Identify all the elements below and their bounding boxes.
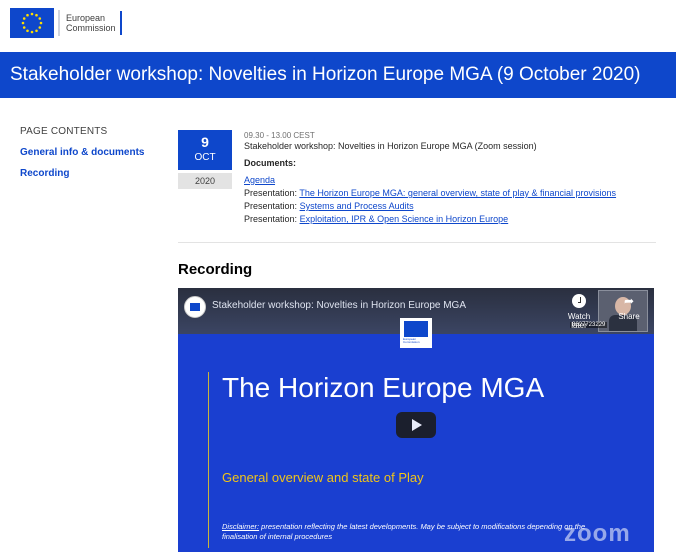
presentation-prefix: Presentation: (244, 214, 298, 224)
share-arrow-icon: ➦ (623, 294, 635, 308)
zoom-watermark: zoom (564, 520, 631, 547)
video-player[interactable]: Stakeholder workshop: Novelties in Horiz… (178, 288, 654, 552)
sidebar-link-general-info[interactable]: General info & documents (20, 147, 160, 158)
site-header: European Commission (0, 0, 676, 50)
event-day: 9 (201, 134, 209, 150)
agenda-row: Agenda (244, 174, 664, 187)
date-day-month: 9 OCT (178, 130, 232, 170)
slide-subtitle: General overview and state of Play (222, 470, 424, 485)
logo-accent-bar (119, 11, 122, 35)
presentation-link-exploitation-ipr[interactable]: Exploitation, IPR & Open Science in Hori… (300, 214, 509, 224)
event-year: 2020 (178, 173, 232, 189)
presentation-prefix: Presentation: (244, 188, 298, 198)
event-title: Stakeholder workshop: Novelties in Horiz… (244, 141, 537, 151)
page-title: Stakeholder workshop: Novelties in Horiz… (10, 64, 641, 85)
play-button[interactable] (396, 412, 436, 438)
presentation-link-audits[interactable]: Systems and Process Audits (300, 201, 414, 211)
presentation-row: Presentation: Exploitation, IPR & Open S… (244, 213, 664, 226)
disclaimer-label: Disclaimer: (222, 522, 260, 531)
event-month: OCT (194, 152, 216, 163)
documents-label: Documents: (244, 158, 297, 168)
section-divider (178, 242, 656, 243)
page-contents-heading: PAGE CONTENTS (20, 126, 108, 137)
eu-flag-icon (10, 8, 54, 38)
presentation-row: Presentation: Systems and Process Audits (244, 200, 664, 213)
logo-text-line1: European (66, 13, 106, 23)
watch-later-button[interactable]: Watch later (564, 294, 594, 330)
slide-disclaimer: Disclaimer: presentation reflecting the … (222, 522, 622, 542)
slide-accent-line (208, 372, 209, 548)
presentation-row: Presentation: The Horizon Europe MGA: ge… (244, 187, 664, 200)
event-details: 09.30 - 13.00 CEST Stakeholder workshop:… (244, 131, 664, 226)
watch-later-label: Watch later (567, 312, 591, 330)
presentation-link-general-overview[interactable]: The Horizon Europe MGA: general overview… (299, 188, 616, 198)
share-button[interactable]: ➦ Share (614, 294, 644, 321)
logo-text-line2: Commission (66, 23, 116, 33)
channel-avatar[interactable] (184, 296, 206, 318)
clock-icon (572, 294, 586, 308)
european-commission-logo[interactable]: European Commission (10, 6, 135, 40)
event-time: 09.30 - 13.00 CEST (244, 131, 315, 140)
logo-text: European Commission (66, 13, 116, 33)
logo-separator (58, 10, 60, 36)
page-title-banner: Stakeholder workshop: Novelties in Horiz… (0, 52, 676, 98)
agenda-link[interactable]: Agenda (244, 175, 275, 185)
slide-ec-logo: European Commission (400, 318, 432, 348)
recording-heading: Recording (178, 261, 253, 278)
presentation-prefix: Presentation: (244, 201, 298, 211)
page-contents-nav: PAGE CONTENTS General info & documents R… (20, 126, 160, 179)
share-label: Share (618, 312, 640, 321)
disclaimer-text: presentation reflecting the latest devel… (222, 522, 586, 541)
video-title[interactable]: Stakeholder workshop: Novelties in Horiz… (212, 300, 466, 311)
slide-title: The Horizon Europe MGA (222, 372, 545, 403)
slide-logo-text: European Commission (403, 337, 420, 344)
event-date-badge: 9 OCT 2020 (178, 130, 232, 189)
sidebar-link-recording[interactable]: Recording (20, 168, 160, 179)
slide-eu-flag-icon (404, 321, 428, 337)
